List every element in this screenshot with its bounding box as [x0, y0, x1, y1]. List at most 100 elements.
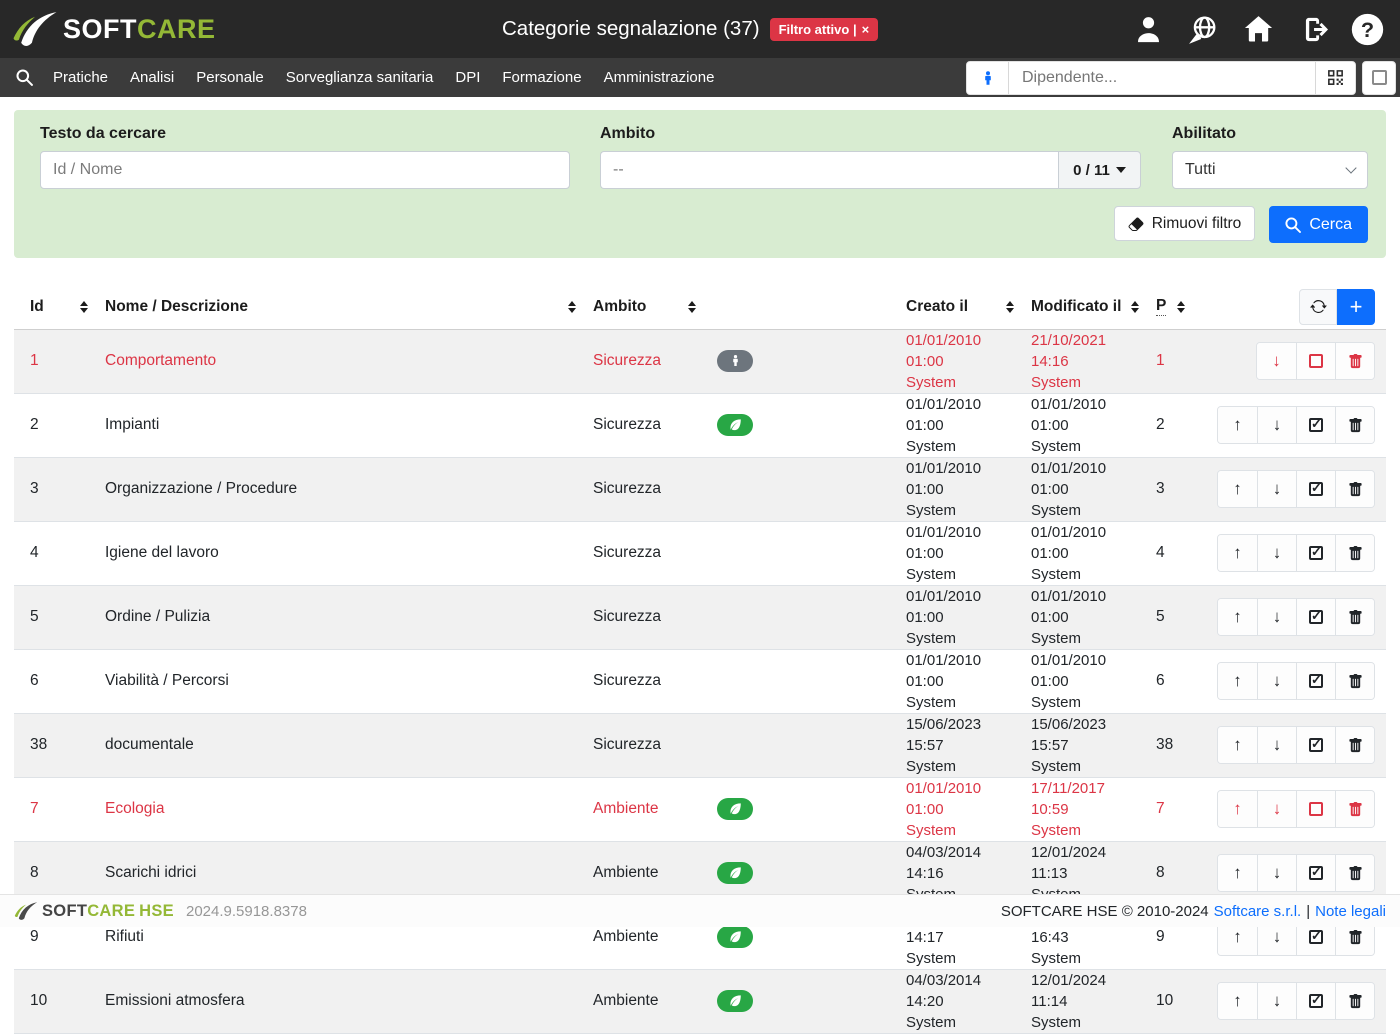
toggle-enabled-button[interactable] [1296, 791, 1335, 827]
cell-name[interactable]: Ordine / Pulizia [91, 585, 579, 649]
toggle-enabled-button[interactable] [1296, 471, 1335, 507]
nav-item-personale[interactable]: Personale [196, 69, 264, 86]
softcare-logo[interactable]: SOFTCARE [12, 8, 216, 50]
column-header-created[interactable]: Creato il [906, 298, 968, 316]
nav-item-dpi[interactable]: DPI [455, 69, 480, 86]
move-down-button[interactable]: ↓ [1257, 535, 1296, 571]
employee-person-button[interactable] [967, 62, 1009, 94]
cell-name[interactable]: Emissioni atmosfera [91, 969, 579, 1033]
move-down-button[interactable]: ↓ [1257, 407, 1296, 443]
table-row[interactable]: 5 Ordine / Pulizia Sicurezza 01/01/2010 … [14, 585, 1386, 649]
legal-link[interactable]: Note legali [1315, 903, 1386, 920]
cell-name[interactable]: Impianti [91, 393, 579, 457]
move-up-button[interactable]: ↑ [1218, 727, 1257, 763]
filter-text-input[interactable] [40, 151, 570, 189]
nav-item-sorveglianza-sanitaria[interactable]: Sorveglianza sanitaria [286, 69, 434, 86]
move-down-button[interactable]: ↓ [1257, 599, 1296, 635]
cell-name[interactable]: Igiene del lavoro [91, 521, 579, 585]
search-submit-button[interactable]: Cerca [1269, 206, 1368, 243]
move-up-button[interactable]: ↑ [1218, 535, 1257, 571]
toggle-enabled-button[interactable] [1296, 599, 1335, 635]
add-category-button[interactable]: + [1337, 289, 1375, 325]
delete-button[interactable] [1335, 535, 1374, 571]
column-header-priority[interactable]: P [1156, 297, 1166, 316]
help-button[interactable]: ? [1351, 13, 1384, 46]
move-down-button[interactable]: ↓ [1257, 343, 1296, 379]
remove-filter-button[interactable]: Rimuovi filtro [1114, 206, 1256, 241]
user-button[interactable] [1133, 14, 1164, 45]
cell-name[interactable]: Comportamento [91, 329, 579, 393]
table-row[interactable]: 38 documentale Sicurezza 15/06/2023 15:5… [14, 713, 1386, 777]
sort-icon[interactable] [568, 301, 576, 313]
delete-button[interactable] [1335, 791, 1374, 827]
employee-search-input[interactable] [1009, 62, 1315, 94]
ambito-input[interactable] [600, 151, 1058, 189]
move-up-button[interactable]: ↑ [1218, 791, 1257, 827]
move-up-button[interactable]: ↑ [1218, 471, 1257, 507]
refresh-button[interactable] [1299, 289, 1337, 325]
delete-button[interactable] [1335, 663, 1374, 699]
delete-button[interactable] [1335, 343, 1374, 379]
table-row[interactable]: 6 Viabilità / Percorsi Sicurezza 01/01/2… [14, 649, 1386, 713]
table-row[interactable]: 4 Igiene del lavoro Sicurezza 01/01/2010… [14, 521, 1386, 585]
delete-button[interactable] [1335, 983, 1374, 1019]
column-header-ambito[interactable]: Ambito [593, 298, 646, 316]
delete-button[interactable] [1335, 599, 1374, 635]
column-header-name[interactable]: Nome / Descrizione [105, 298, 248, 316]
move-down-button[interactable]: ↓ [1257, 983, 1296, 1019]
home-button[interactable] [1243, 14, 1274, 45]
toggle-enabled-button[interactable] [1296, 407, 1335, 443]
qr-code-button[interactable] [1315, 62, 1355, 94]
nav-search-button[interactable] [16, 69, 33, 86]
toggle-enabled-button[interactable] [1296, 727, 1335, 763]
language-button[interactable] [1187, 13, 1220, 46]
active-filter-badge[interactable]: Filtro attivo | × [770, 18, 879, 41]
table-row[interactable]: 2 Impianti Sicurezza 01/01/2010 01:00 Sy… [14, 393, 1386, 457]
move-down-button[interactable]: ↓ [1257, 791, 1296, 827]
move-up-button[interactable]: ↑ [1218, 855, 1257, 891]
toggle-enabled-button[interactable] [1296, 983, 1335, 1019]
move-up-button[interactable]: ↑ [1218, 663, 1257, 699]
clear-filter-icon[interactable]: × [862, 22, 870, 37]
company-link[interactable]: Softcare s.r.l. [1214, 903, 1302, 920]
cell-badge [699, 585, 892, 649]
column-header-modified[interactable]: Modificato il [1031, 298, 1121, 316]
move-down-button[interactable]: ↓ [1257, 855, 1296, 891]
cell-name[interactable]: Organizzazione / Procedure [91, 457, 579, 521]
column-header-id[interactable]: Id [30, 298, 44, 316]
nav-item-amministrazione[interactable]: Amministrazione [604, 69, 715, 86]
nav-item-pratiche[interactable]: Pratiche [53, 69, 108, 86]
move-up-button[interactable]: ↑ [1218, 983, 1257, 1019]
move-up-button[interactable]: ↑ [1218, 599, 1257, 635]
sort-icon[interactable] [80, 301, 88, 313]
toggle-enabled-button[interactable] [1296, 343, 1335, 379]
move-down-button[interactable]: ↓ [1257, 663, 1296, 699]
delete-button[interactable] [1335, 471, 1374, 507]
sort-icon[interactable] [688, 301, 696, 313]
delete-button[interactable] [1335, 407, 1374, 443]
toggle-enabled-button[interactable] [1296, 663, 1335, 699]
abilitato-select[interactable]: Tutti [1172, 151, 1368, 189]
table-row[interactable]: 1 Comportamento Sicurezza 01/01/2010 01:… [14, 329, 1386, 393]
nav-item-formazione[interactable]: Formazione [502, 69, 581, 86]
move-down-button[interactable]: ↓ [1257, 471, 1296, 507]
cell-name[interactable]: documentale [91, 713, 579, 777]
toggle-enabled-button[interactable] [1296, 535, 1335, 571]
nav-item-analisi[interactable]: Analisi [130, 69, 174, 86]
move-down-button[interactable]: ↓ [1257, 727, 1296, 763]
sort-icon[interactable] [1177, 301, 1185, 313]
move-up-button[interactable]: ↑ [1218, 407, 1257, 443]
toggle-enabled-button[interactable] [1296, 855, 1335, 891]
logout-button[interactable] [1297, 14, 1328, 45]
sort-icon[interactable] [1006, 301, 1014, 313]
table-row[interactable]: 3 Organizzazione / Procedure Sicurezza 0… [14, 457, 1386, 521]
table-row[interactable]: 7 Ecologia Ambiente 01/01/2010 01:00 Sys… [14, 777, 1386, 841]
table-row[interactable]: 10 Emissioni atmosfera Ambiente 04/03/20… [14, 969, 1386, 1033]
cell-name[interactable]: Viabilità / Percorsi [91, 649, 579, 713]
cell-name[interactable]: Ecologia [91, 777, 579, 841]
window-mode-button[interactable] [1362, 61, 1396, 95]
ambito-count-dropdown[interactable]: 0 / 11 [1058, 151, 1141, 189]
delete-button[interactable] [1335, 727, 1374, 763]
sort-icon[interactable] [1131, 301, 1139, 313]
delete-button[interactable] [1335, 855, 1374, 891]
